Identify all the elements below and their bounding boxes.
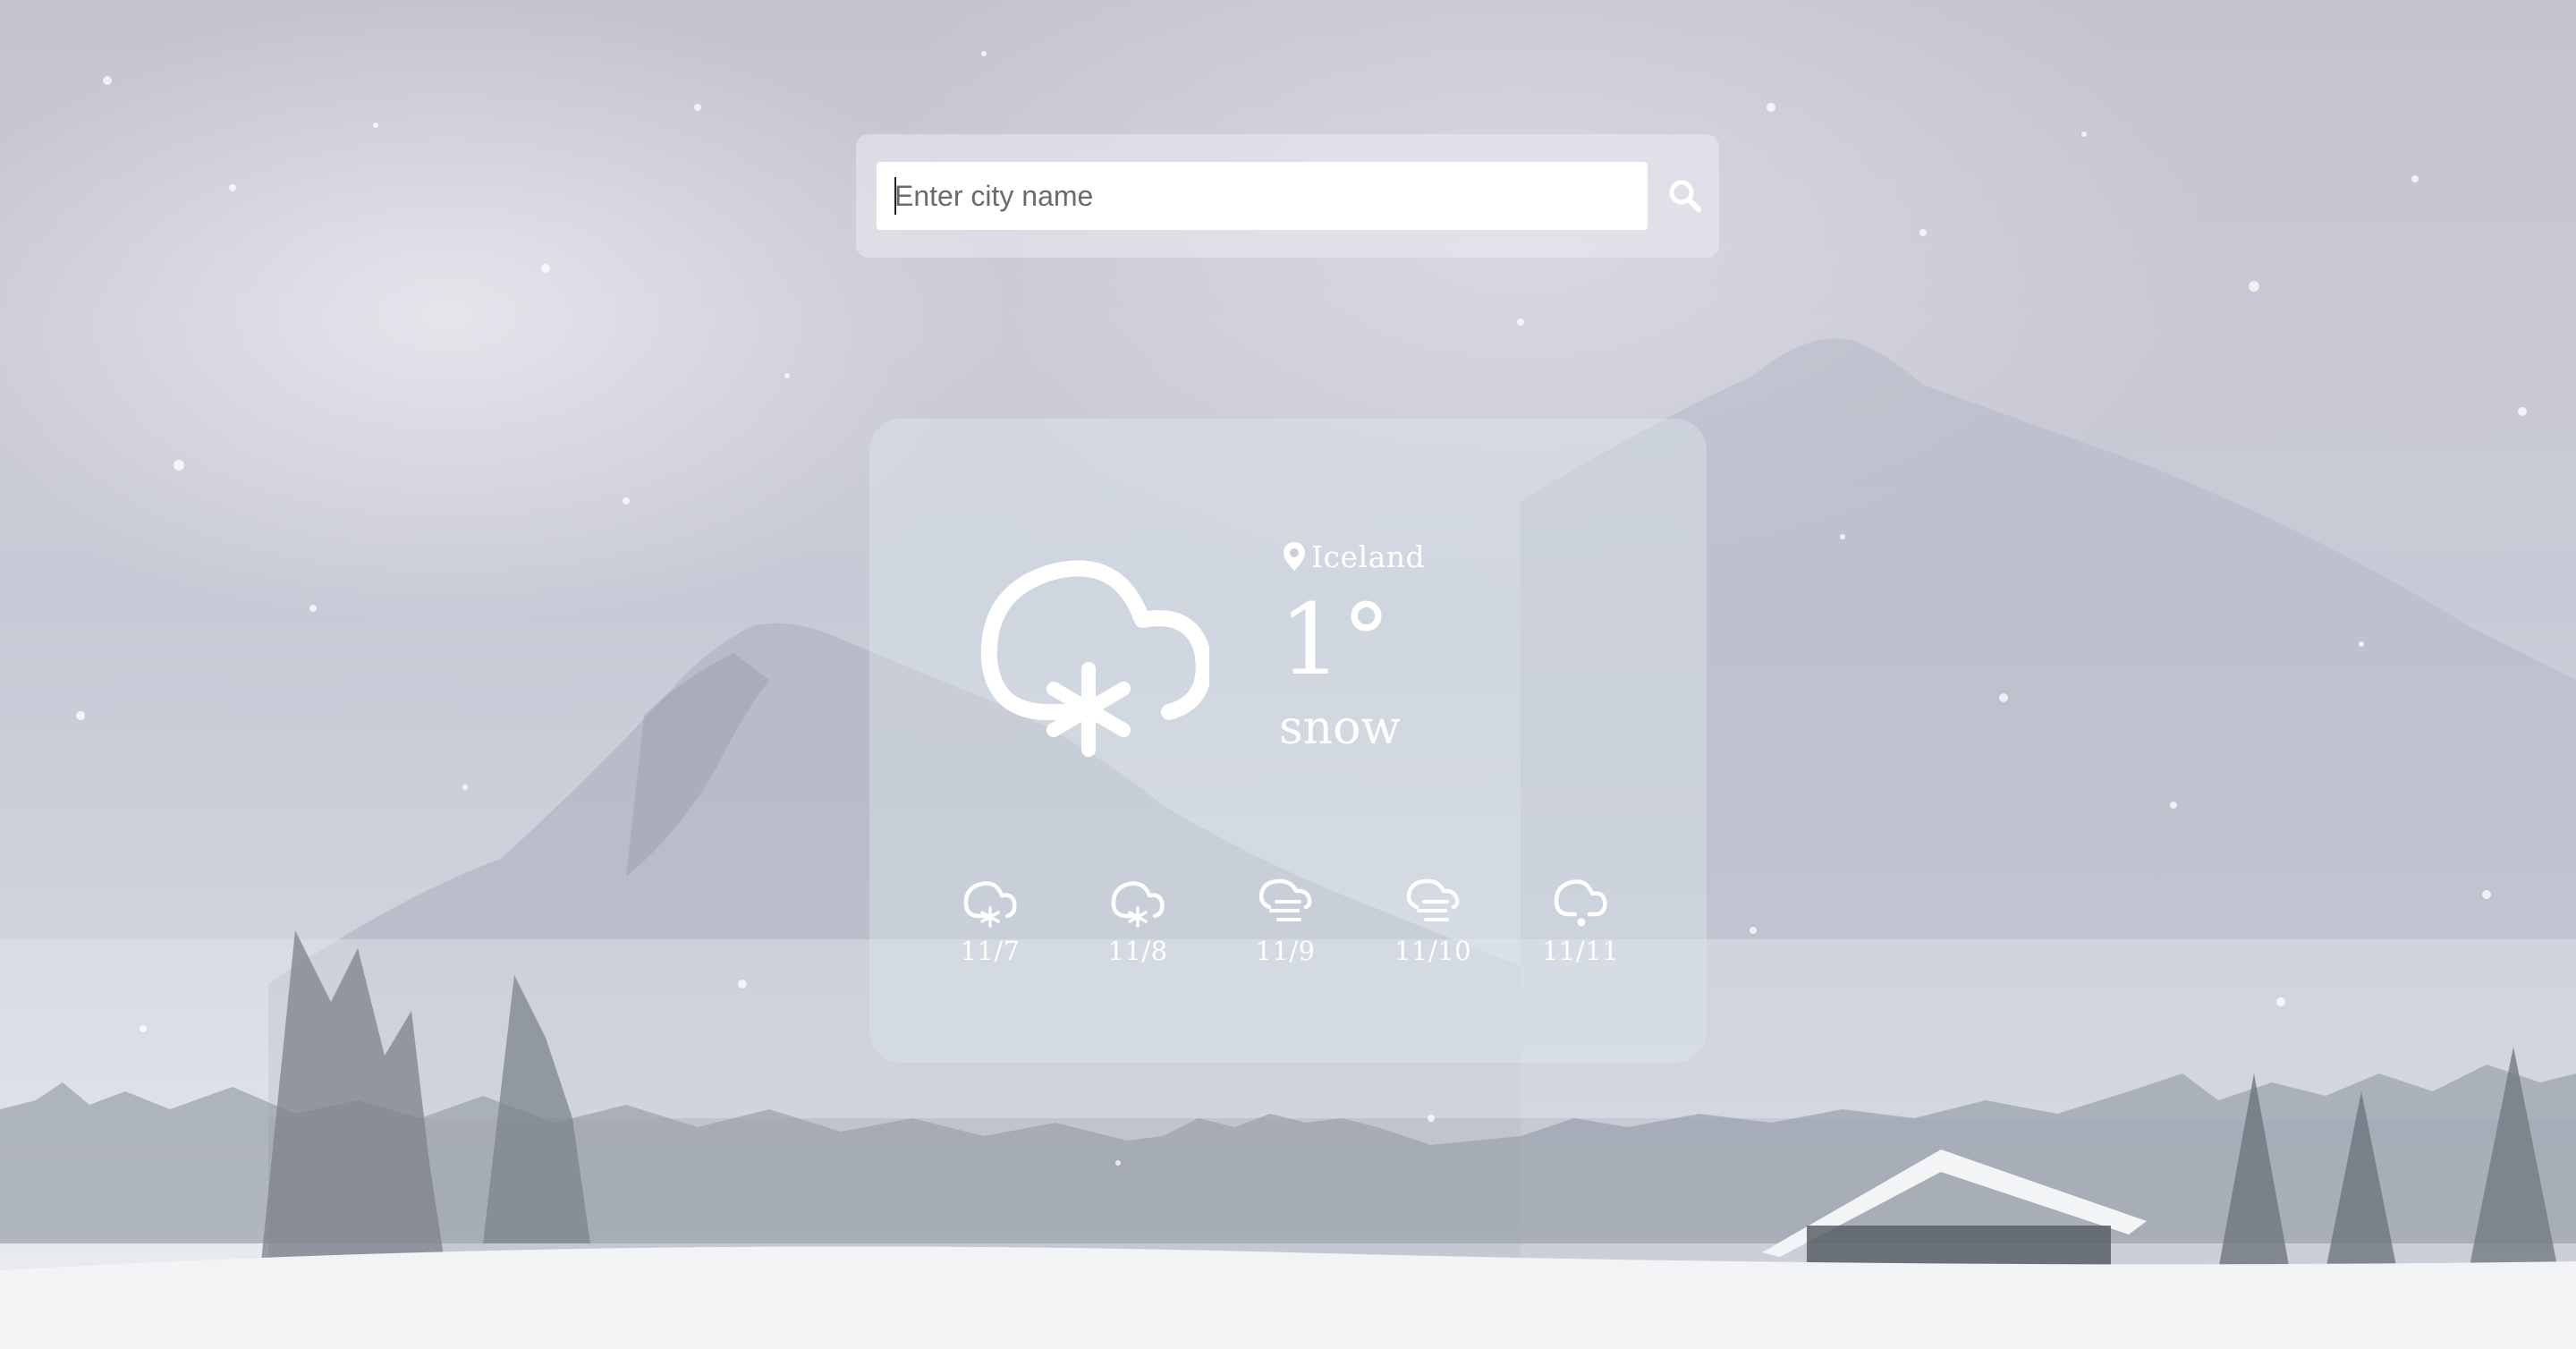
forecast-day: 11/10 (1384, 875, 1482, 966)
current-temperature: 1° (1279, 582, 1391, 697)
cloud-drizzle-icon (1554, 879, 1607, 927)
weather-condition: snow (1279, 701, 1401, 755)
search-bar (856, 134, 1719, 258)
weather-card: Iceland 1° snow 11/7 11/8 11/9 11/10 11/… (869, 419, 1707, 1063)
forecast-date: 11/9 (1255, 936, 1316, 966)
city-search-input[interactable] (877, 162, 1648, 230)
text-caret (894, 177, 896, 215)
forecast-day: 11/8 (1089, 875, 1187, 966)
forecast-date: 11/7 (960, 936, 1021, 966)
forecast-day: 11/7 (941, 875, 1039, 966)
cloud-snow-icon (980, 560, 1209, 757)
forecast-day: 11/11 (1531, 875, 1630, 966)
forecast-row: 11/7 11/8 11/9 11/10 11/11 (941, 875, 1683, 991)
forecast-day: 11/9 (1236, 875, 1335, 966)
forecast-date: 11/10 (1394, 936, 1472, 966)
location: Iceland (1283, 537, 1425, 576)
forecast-date: 11/11 (1541, 936, 1620, 966)
search-icon (1669, 180, 1701, 212)
forecast-date: 11/8 (1107, 936, 1168, 966)
cloud-snow-icon (963, 881, 1017, 928)
cloud-snow-icon (1111, 881, 1165, 928)
location-name: Iceland (1311, 539, 1426, 574)
map-pin-icon (1284, 542, 1305, 571)
cloud-fog-icon (1258, 878, 1312, 921)
cloud-fog-icon (1406, 878, 1460, 921)
search-button[interactable] (1657, 165, 1714, 226)
